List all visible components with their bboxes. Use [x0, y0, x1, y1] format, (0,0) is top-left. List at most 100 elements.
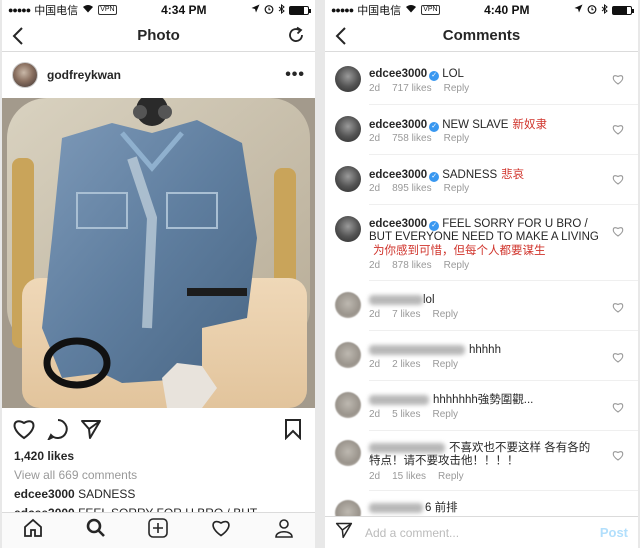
- comment-bubble-icon[interactable]: [46, 418, 69, 445]
- comment-text: hhhhhhh強勢圍觀...: [433, 394, 534, 406]
- comment-likes[interactable]: 5 likes: [392, 409, 420, 420]
- comment-likes[interactable]: 878 likes: [392, 260, 431, 271]
- photo-screen: ●●●●● 中国电信 VPN 4:34 PM Photo godfreykwan…: [2, 0, 315, 548]
- comment-input-bar: Add a comment... Post: [325, 516, 638, 548]
- send-direct-icon[interactable]: [335, 521, 353, 544]
- verified-badge-icon: ✓: [429, 172, 440, 182]
- avatar[interactable]: [335, 216, 361, 242]
- translation-annotation: 为你感到可惜，但每个人都要谋生: [373, 243, 546, 257]
- comment-age: 2d: [369, 471, 381, 482]
- refresh-icon[interactable]: [287, 26, 305, 49]
- avatar[interactable]: [335, 66, 361, 92]
- blurred-username[interactable]: [369, 394, 429, 405]
- avatar[interactable]: [335, 166, 361, 192]
- home-icon[interactable]: [23, 518, 43, 543]
- comment-meta: 2d 2 likes Reply: [369, 359, 470, 370]
- reply-button[interactable]: Reply: [432, 309, 458, 320]
- caption-comment: edcee3000 SADNESS: [14, 487, 135, 501]
- like-heart-icon[interactable]: [12, 418, 36, 445]
- comment-likes[interactable]: 895 likes: [392, 183, 431, 194]
- comment-like-heart-icon[interactable]: [612, 400, 624, 418]
- comment-like-heart-icon[interactable]: [612, 122, 624, 140]
- reply-button[interactable]: Reply: [432, 409, 458, 420]
- comment-likes[interactable]: 2 likes: [392, 359, 420, 370]
- comment-likes[interactable]: 758 likes: [392, 133, 431, 144]
- comment-age: 2d: [369, 133, 381, 144]
- divider: [369, 280, 638, 281]
- vpn-badge: VPN: [421, 5, 440, 15]
- page-title: Comments: [442, 27, 521, 44]
- avatar[interactable]: [335, 440, 361, 466]
- view-all-comments-link[interactable]: View all 669 comments: [14, 468, 137, 482]
- post-button[interactable]: Post: [600, 525, 628, 540]
- comment-age: 2d: [369, 83, 381, 94]
- page-title: Photo: [137, 27, 180, 44]
- status-time: 4:34 PM: [161, 3, 207, 17]
- comment-text: SADNESS: [442, 169, 498, 181]
- verified-badge-icon: ✓: [429, 122, 440, 132]
- blurred-username[interactable]: [369, 502, 423, 513]
- reply-button[interactable]: Reply: [444, 183, 470, 194]
- reply-button[interactable]: Reply: [444, 260, 470, 271]
- comment-likes[interactable]: 15 likes: [392, 471, 426, 482]
- alarm-icon: [587, 4, 597, 17]
- comment-likes[interactable]: 717 likes: [392, 83, 431, 94]
- comment-meta: 2d 758 likes Reply: [369, 133, 481, 144]
- comment-meta: 2d 5 likes Reply: [369, 409, 470, 420]
- share-send-icon[interactable]: [80, 418, 102, 445]
- divider: [369, 154, 638, 155]
- back-arrow-icon[interactable]: [335, 26, 347, 51]
- more-options-icon[interactable]: •••: [285, 66, 305, 84]
- location-icon: [574, 4, 583, 16]
- comment-like-heart-icon[interactable]: [612, 172, 624, 190]
- comment-text: NEW SLAVE: [442, 119, 509, 131]
- likes-count[interactable]: 1,420 likes: [14, 449, 74, 463]
- search-icon[interactable]: [86, 518, 106, 543]
- divider: [369, 380, 638, 381]
- avatar[interactable]: [335, 392, 361, 418]
- add-post-icon[interactable]: [148, 518, 169, 543]
- post-photo[interactable]: [2, 98, 315, 408]
- avatar[interactable]: [12, 62, 38, 88]
- comment-username[interactable]: edcee3000: [369, 169, 427, 181]
- comment-username[interactable]: edcee3000: [369, 218, 427, 230]
- comment-like-heart-icon[interactable]: [612, 350, 624, 368]
- reply-button[interactable]: Reply: [432, 359, 458, 370]
- blurred-username[interactable]: [369, 442, 445, 453]
- comment-like-heart-icon[interactable]: [612, 448, 624, 466]
- comment-like-heart-icon[interactable]: [612, 300, 624, 318]
- post-header: godfreykwan •••: [2, 52, 315, 98]
- activity-heart-icon[interactable]: [211, 518, 231, 543]
- divider: [369, 330, 638, 331]
- profile-icon[interactable]: [274, 518, 294, 543]
- comment-text: 6 前排: [425, 502, 458, 514]
- comment-likes[interactable]: 7 likes: [392, 309, 420, 320]
- comment-like-heart-icon[interactable]: [612, 224, 624, 242]
- bookmark-icon[interactable]: [284, 418, 302, 445]
- avatar[interactable]: [335, 342, 361, 368]
- comment-age: 2d: [369, 260, 381, 271]
- reply-button[interactable]: Reply: [444, 83, 470, 94]
- avatar[interactable]: [335, 116, 361, 142]
- bluetooth-icon: [278, 3, 285, 17]
- reply-button[interactable]: Reply: [444, 133, 470, 144]
- status-bar: ●●●●● 中国电信 VPN 4:40 PM: [325, 0, 638, 20]
- caption-username[interactable]: edcee3000: [14, 487, 75, 501]
- comment-input[interactable]: Add a comment...: [365, 526, 600, 540]
- alarm-icon: [264, 4, 274, 17]
- comment-username[interactable]: edcee3000: [369, 68, 427, 80]
- blurred-username[interactable]: [369, 344, 465, 355]
- verified-badge-icon: ✓: [429, 71, 440, 81]
- blurred-username[interactable]: [369, 294, 423, 305]
- comment-meta: 2d 895 likes Reply: [369, 183, 481, 194]
- comment-like-heart-icon[interactable]: [612, 72, 624, 90]
- comment-text: hhhhh: [469, 344, 501, 356]
- reply-button[interactable]: Reply: [438, 471, 464, 482]
- back-arrow-icon[interactable]: [12, 26, 24, 51]
- avatar[interactable]: [335, 292, 361, 318]
- post-username[interactable]: godfreykwan: [47, 68, 285, 82]
- comment-username[interactable]: edcee3000: [369, 119, 427, 131]
- comment-text: lol: [423, 294, 435, 306]
- location-icon: [251, 4, 260, 16]
- divider: [369, 204, 638, 205]
